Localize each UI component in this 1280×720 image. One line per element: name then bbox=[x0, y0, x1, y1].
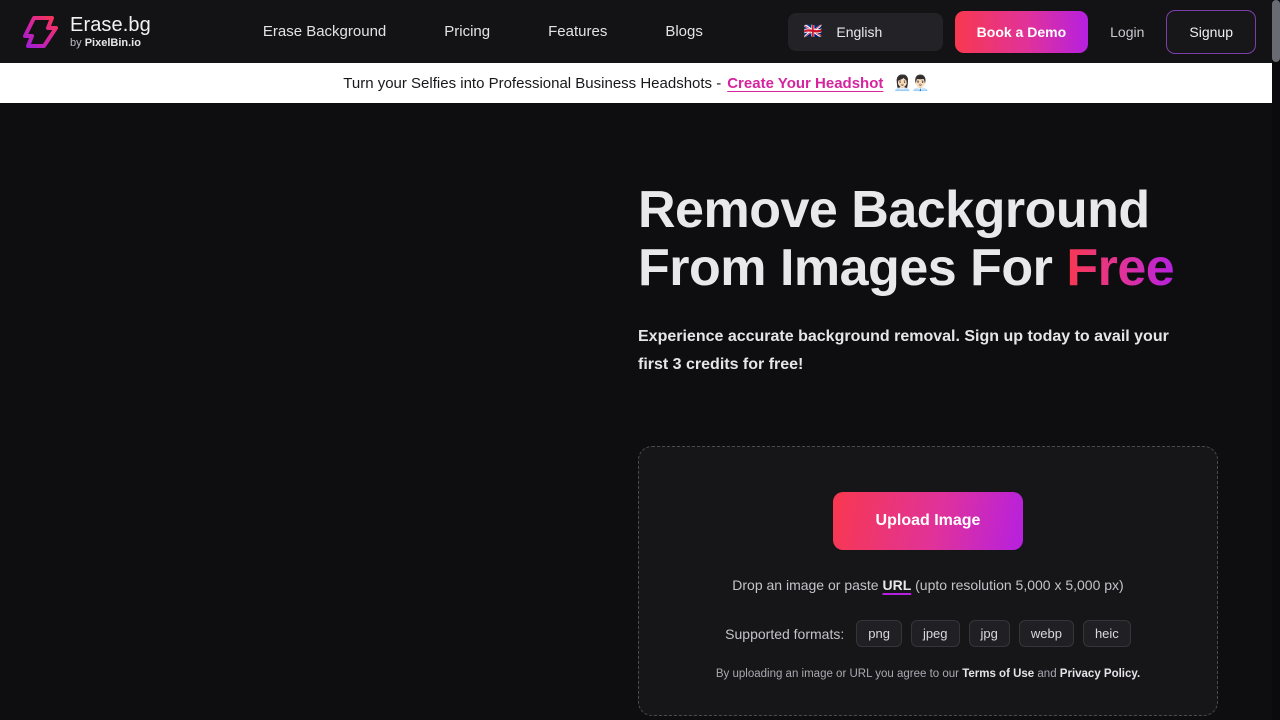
title-line-2: From Images For bbox=[638, 239, 1067, 298]
announcement-banner: Turn your Selfies into Professional Busi… bbox=[0, 63, 1272, 103]
brand-logo[interactable]: Erase.bg by PixelBin.io bbox=[22, 14, 151, 50]
privacy-policy-link[interactable]: Privacy Policy. bbox=[1060, 668, 1140, 680]
format-chip-jpg: jpg bbox=[968, 620, 1010, 647]
brand-subtitle: by PixelBin.io bbox=[70, 36, 141, 49]
banner-text: Turn your Selfies into Professional Busi… bbox=[343, 74, 722, 92]
upload-image-button[interactable]: Upload Image bbox=[833, 492, 1023, 550]
nav-item-features[interactable]: Features bbox=[519, 23, 636, 40]
hero-content: Remove Background From Images For Free E… bbox=[638, 103, 1238, 379]
signup-button[interactable]: Signup bbox=[1166, 9, 1256, 54]
language-label: English bbox=[836, 23, 883, 40]
title-line-1: Remove Background bbox=[638, 181, 1150, 239]
upload-dropzone[interactable]: Upload Image Drop an image or paste URL … bbox=[638, 446, 1218, 716]
brand-name: Erase.bg bbox=[70, 13, 151, 36]
format-chip-png: png bbox=[856, 620, 902, 647]
title-accent-free: Free bbox=[1066, 239, 1175, 298]
book-demo-button[interactable]: Book a Demo bbox=[954, 10, 1089, 53]
header-actions: 🇬🇧 English Book a Demo Login Signup bbox=[787, 9, 1256, 54]
format-chip-heic: heic bbox=[1082, 620, 1131, 647]
format-chip-webp: webp bbox=[1018, 620, 1074, 647]
login-button[interactable]: Login bbox=[1110, 24, 1144, 40]
page-title: Remove Background From Images For Free bbox=[638, 181, 1238, 297]
site-header: Erase.bg by PixelBin.io Erase Background… bbox=[0, 0, 1272, 63]
diamond-logo-icon bbox=[22, 14, 60, 50]
banner-cta-link[interactable]: Create Your Headshot bbox=[727, 75, 883, 92]
format-chip-jpeg: jpeg bbox=[910, 620, 960, 647]
page-scrollbar[interactable] bbox=[1272, 0, 1280, 720]
hero-section: Remove Background From Images For Free E… bbox=[0, 103, 1272, 720]
nav-item-blogs[interactable]: Blogs bbox=[636, 23, 732, 40]
terms-of-use-link[interactable]: Terms of Use bbox=[962, 668, 1034, 680]
formats-label: Supported formats: bbox=[725, 625, 845, 642]
supported-formats: Supported formats: png jpeg jpg webp hei… bbox=[725, 620, 1131, 647]
paste-url-link[interactable]: URL bbox=[882, 577, 911, 593]
language-selector[interactable]: 🇬🇧 English bbox=[787, 12, 943, 51]
business-people-emoji-icon: 👩🏻‍💼👨🏻‍💼 bbox=[893, 75, 929, 92]
uk-flag-icon: 🇬🇧 bbox=[803, 23, 823, 40]
hero-subtitle: Experience accurate background removal. … bbox=[638, 328, 1169, 374]
hero-image-area bbox=[0, 103, 600, 720]
scrollbar-thumb[interactable] bbox=[1272, 0, 1280, 62]
nav-item-erase-background[interactable]: Erase Background bbox=[234, 23, 415, 40]
main-nav: Erase Background Pricing Features Blogs bbox=[234, 23, 732, 40]
terms-notice: By uploading an image or URL you agree t… bbox=[715, 668, 1141, 680]
nav-item-pricing[interactable]: Pricing bbox=[415, 23, 519, 40]
drop-hint: Drop an image or paste URL (upto resolut… bbox=[732, 577, 1124, 593]
